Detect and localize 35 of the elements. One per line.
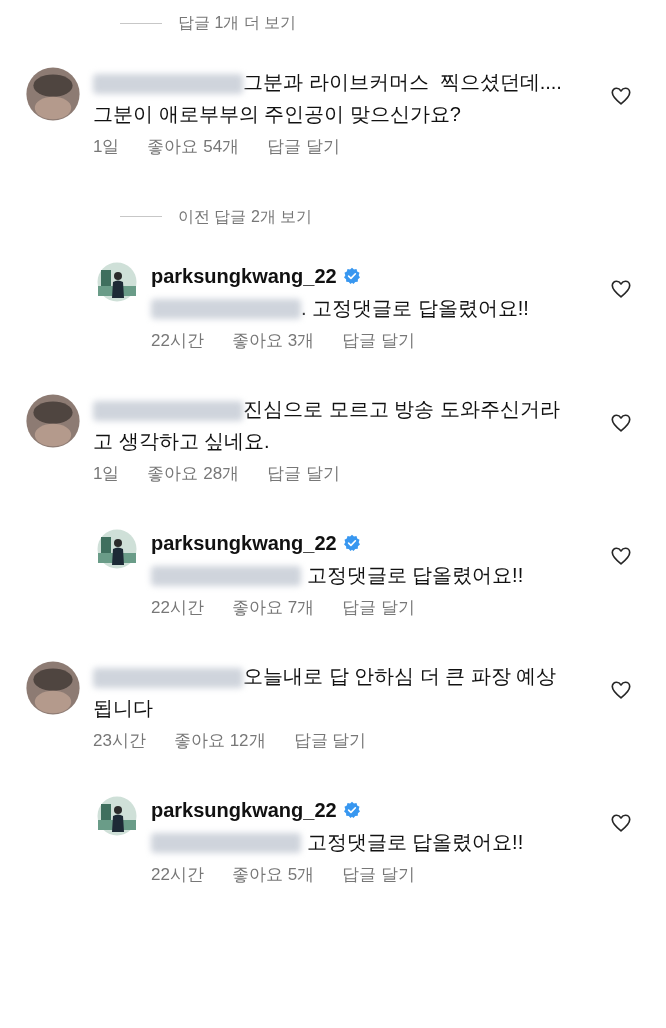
likes-link[interactable]: 좋아요 3개 — [231, 327, 315, 353]
likes-link[interactable]: 좋아요 12개 — [173, 728, 266, 754]
comment-text: parksungkwang_22 고정댓글로 답올렸어요!! — [151, 530, 525, 589]
reply-link[interactable]: 답글 달기 — [342, 594, 415, 620]
comment-time: 1일 — [93, 463, 120, 485]
heart-icon[interactable] — [610, 678, 632, 701]
comment-time: 23시간 — [93, 730, 146, 752]
comment-text: 그분과 라이브커머스 찍으셨던데.... 그분이 애로부부의 주인공이 맞으신가요? — [93, 70, 563, 127]
avatar[interactable] — [97, 261, 137, 302]
avatar[interactable] — [25, 660, 81, 716]
heart-icon[interactable] — [610, 84, 632, 107]
likes-link[interactable]: 좋아요 5개 — [231, 861, 315, 887]
comment-time: 22시간 — [151, 863, 204, 886]
comment-time: 22시간 — [151, 329, 204, 352]
comment-time: 1일 — [93, 136, 120, 158]
reply-link[interactable]: 답글 달기 — [342, 327, 415, 353]
likes-link[interactable]: 좋아요 28개 — [147, 461, 240, 487]
reply-link[interactable]: 답글 달기 — [267, 461, 340, 487]
likes-link[interactable]: 좋아요 7개 — [231, 594, 315, 620]
view-replies-link[interactable]: 답글 1개 더 보기 — [178, 11, 297, 35]
comment-time: 22시간 — [151, 596, 204, 619]
avatar[interactable] — [97, 795, 137, 836]
reply-link[interactable]: 답글 달기 — [293, 728, 367, 754]
avatar[interactable] — [97, 528, 137, 569]
view-replies-link[interactable]: 이전 답글 2개 보기 — [178, 204, 313, 229]
avatar[interactable] — [25, 393, 81, 449]
likes-link[interactable]: 좋아요 54개 — [147, 134, 240, 160]
comment-text: parksungkwang_22 . 고정댓글로 답올렸어요!! — [151, 263, 530, 322]
reply-link[interactable]: 답글 달기 — [342, 861, 415, 887]
comment-text: parksungkwang_22 고정댓글로 답올렸어요!! — [151, 797, 525, 856]
avatar[interactable] — [25, 66, 81, 122]
comment-text: 오늘내로 답 안하심 더 큰 파장 예상됩니다 — [93, 664, 558, 721]
reply-link[interactable]: 답글 달기 — [267, 134, 340, 160]
comment-text: 진심으로 모르고 방송 도와주신거라고 생각하고 싶네요. — [93, 397, 561, 454]
heart-icon[interactable] — [610, 411, 632, 434]
